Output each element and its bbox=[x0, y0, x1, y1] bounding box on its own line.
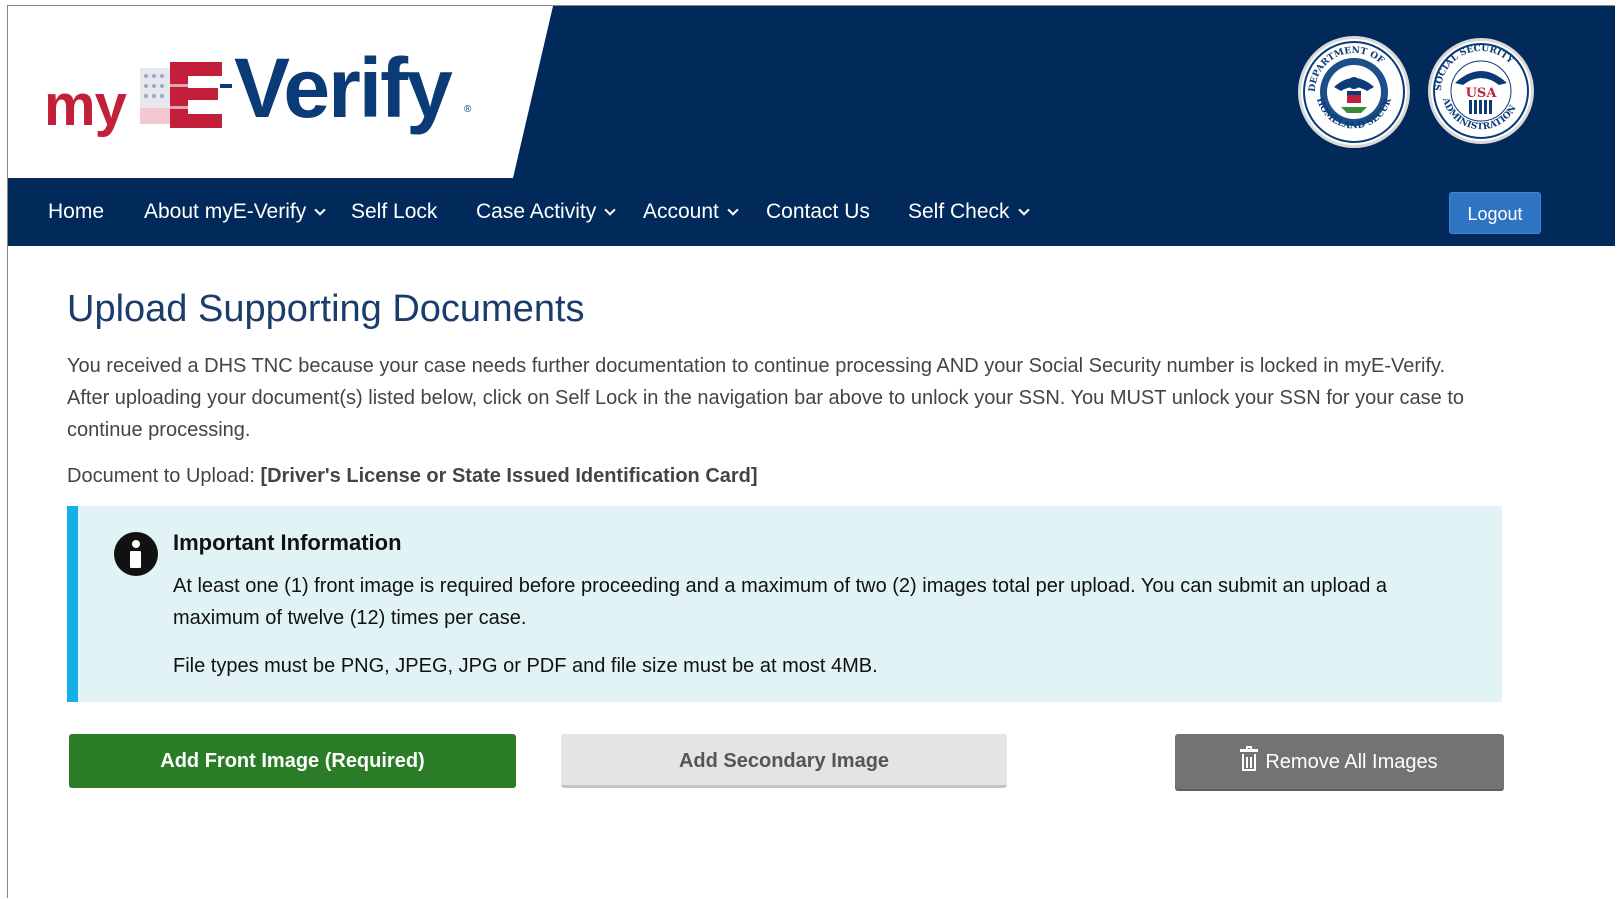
nav-self-lock-label: Self Lock bbox=[351, 200, 438, 223]
chevron-down-icon bbox=[604, 204, 616, 216]
chevron-down-icon bbox=[727, 204, 739, 216]
alert-title: Important Information bbox=[173, 530, 402, 555]
document-to-upload: Document to Upload: [Driver's License or… bbox=[67, 462, 758, 490]
nav-contact-us[interactable]: Contact Us bbox=[766, 178, 870, 246]
logo-flag-e bbox=[140, 62, 222, 128]
dhs-seal: DEPARTMENT OF HOMELAND SECURITY bbox=[1298, 36, 1410, 148]
nav-contact-us-label: Contact Us bbox=[766, 200, 870, 223]
trash-icon bbox=[1240, 746, 1259, 771]
document-name: [Driver's License or State Issued Identi… bbox=[260, 465, 758, 487]
nav-about-label: About myE-Verify bbox=[144, 200, 307, 223]
nav-account[interactable]: Account bbox=[643, 178, 739, 246]
nav-self-check[interactable]: Self Check bbox=[908, 178, 1030, 246]
nav-home-label: Home bbox=[48, 200, 105, 223]
myeverify-logo[interactable]: my Verify ® bbox=[44, 41, 504, 142]
logout-button[interactable]: Logout bbox=[1449, 192, 1541, 234]
add-front-image-button[interactable]: Add Front Image (Required) bbox=[69, 734, 516, 788]
chevron-down-icon bbox=[1017, 204, 1030, 216]
intro-text: You received a DHS TNC because your case… bbox=[67, 355, 1465, 441]
nav-home[interactable]: Home bbox=[48, 178, 104, 246]
remove-all-images-button[interactable]: Remove All Images bbox=[1175, 734, 1504, 791]
document-prefix: Document to Upload: bbox=[67, 465, 261, 487]
nav-about[interactable]: About myE-Verify bbox=[144, 178, 326, 246]
logo-my-text: my bbox=[44, 73, 127, 138]
chevron-down-icon bbox=[314, 204, 326, 216]
logo-verify-text: Verify bbox=[234, 41, 453, 135]
info-icon bbox=[114, 532, 158, 576]
nav-case-activity[interactable]: Case Activity bbox=[476, 178, 616, 246]
nav-case-activity-label: Case Activity bbox=[476, 200, 597, 223]
registered-mark: ® bbox=[464, 104, 472, 115]
nav-self-lock[interactable]: Self Lock bbox=[351, 178, 437, 246]
important-info-alert: Important Information At least one (1) f… bbox=[67, 506, 1502, 702]
nav-account-label: Account bbox=[643, 200, 719, 223]
alert-body: At least one (1) front image is required… bbox=[173, 575, 1388, 629]
alert-file-types: File types must be PNG, JPEG, JPG or PDF… bbox=[173, 655, 878, 677]
seal-usa-text: USA bbox=[1466, 86, 1498, 101]
browser-page: my Verify ® DEPARTMENT OF HOMELAND SECUR… bbox=[7, 5, 1615, 898]
main-navigation: Home About myE-Verify Self Lock Case Act… bbox=[8, 178, 1615, 246]
site-header: my Verify ® DEPARTMENT OF HOMELAND SECUR… bbox=[8, 6, 1615, 178]
logo-dash bbox=[220, 84, 232, 88]
add-secondary-image-button[interactable]: Add Secondary Image bbox=[561, 734, 1007, 788]
nav-self-check-label: Self Check bbox=[908, 200, 1010, 223]
page-title: Upload Supporting Documents bbox=[67, 288, 585, 330]
remove-all-images-label: Remove All Images bbox=[1265, 751, 1438, 773]
ssa-seal: USA SOCIAL SECURITY ADMINISTRATION bbox=[1428, 38, 1534, 144]
